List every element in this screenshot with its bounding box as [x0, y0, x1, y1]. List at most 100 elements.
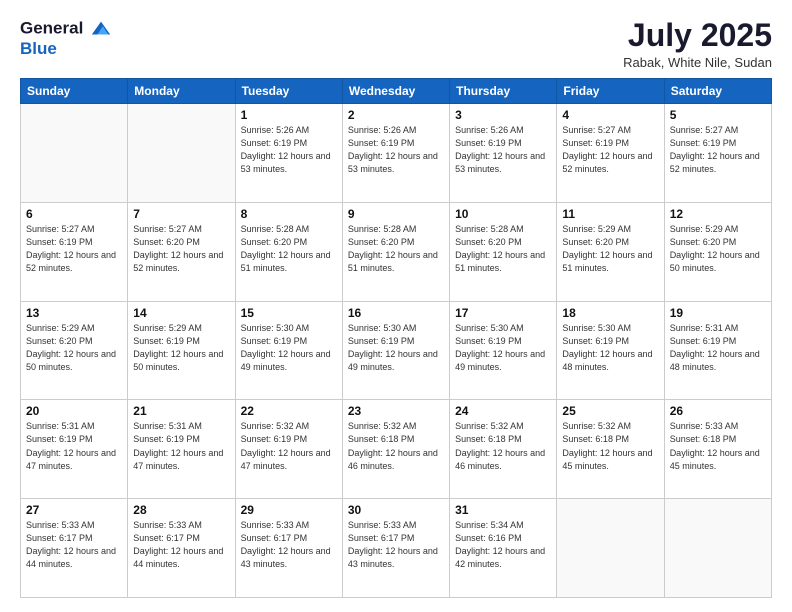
- calendar-cell: 13 Sunrise: 5:29 AM Sunset: 6:20 PM Dayli…: [21, 301, 128, 400]
- day-detail: Sunrise: 5:30 AM Sunset: 6:19 PM Dayligh…: [241, 322, 337, 374]
- day-number: 25: [562, 404, 658, 418]
- calendar-cell: 27 Sunrise: 5:33 AM Sunset: 6:17 PM Dayli…: [21, 499, 128, 598]
- day-detail: Sunrise: 5:30 AM Sunset: 6:19 PM Dayligh…: [455, 322, 551, 374]
- day-detail: Sunrise: 5:28 AM Sunset: 6:20 PM Dayligh…: [348, 223, 444, 275]
- calendar-table: SundayMondayTuesdayWednesdayThursdayFrid…: [20, 78, 772, 598]
- day-number: 4: [562, 108, 658, 122]
- calendar-cell: 31 Sunrise: 5:34 AM Sunset: 6:16 PM Dayli…: [450, 499, 557, 598]
- weekday-header: Friday: [557, 79, 664, 104]
- day-number: 13: [26, 306, 122, 320]
- location: Rabak, White Nile, Sudan: [623, 55, 772, 70]
- day-number: 18: [562, 306, 658, 320]
- calendar-cell: 19 Sunrise: 5:31 AM Sunset: 6:19 PM Dayli…: [664, 301, 771, 400]
- day-detail: Sunrise: 5:30 AM Sunset: 6:19 PM Dayligh…: [348, 322, 444, 374]
- calendar-cell: 8Sunrise: 5:28 AM Sunset: 6:20 PM Daylig…: [235, 202, 342, 301]
- calendar-cell: [21, 104, 128, 203]
- calendar-cell: 6 Sunrise: 5:27 AM Sunset: 6:19 PM Daylig…: [21, 202, 128, 301]
- weekday-header: Monday: [128, 79, 235, 104]
- day-detail: Sunrise: 5:33 AM Sunset: 6:17 PM Dayligh…: [133, 519, 229, 571]
- day-detail: Sunrise: 5:27 AM Sunset: 6:20 PM Dayligh…: [133, 223, 229, 275]
- month-year: July 2025: [623, 18, 772, 53]
- calendar-cell: 30Sunrise: 5:33 AM Sunset: 6:17 PM Dayli…: [342, 499, 449, 598]
- day-number: 7: [133, 207, 229, 221]
- calendar-cell: 22 Sunrise: 5:32 AM Sunset: 6:19 PM Dayli…: [235, 400, 342, 499]
- header: General Blue July 2025 Rabak, White Nile…: [20, 18, 772, 70]
- calendar-cell: 12 Sunrise: 5:29 AM Sunset: 6:20 PM Dayli…: [664, 202, 771, 301]
- day-number: 19: [670, 306, 766, 320]
- day-detail: Sunrise: 5:34 AM Sunset: 6:16 PM Dayligh…: [455, 519, 551, 571]
- day-number: 24: [455, 404, 551, 418]
- day-number: 23: [348, 404, 444, 418]
- calendar-cell: 29 Sunrise: 5:33 AM Sunset: 6:17 PM Dayli…: [235, 499, 342, 598]
- calendar-cell: 20Sunrise: 5:31 AM Sunset: 6:19 PM Dayli…: [21, 400, 128, 499]
- day-detail: Sunrise: 5:28 AM Sunset: 6:20 PM Dayligh…: [455, 223, 551, 275]
- day-number: 1: [241, 108, 337, 122]
- day-number: 28: [133, 503, 229, 517]
- day-number: 11: [562, 207, 658, 221]
- day-detail: Sunrise: 5:29 AM Sunset: 6:20 PM Dayligh…: [26, 322, 122, 374]
- weekday-header: Wednesday: [342, 79, 449, 104]
- day-detail: Sunrise: 5:32 AM Sunset: 6:19 PM Dayligh…: [241, 420, 337, 472]
- day-number: 16: [348, 306, 444, 320]
- day-detail: Sunrise: 5:30 AM Sunset: 6:19 PM Dayligh…: [562, 322, 658, 374]
- day-detail: Sunrise: 5:29 AM Sunset: 6:20 PM Dayligh…: [670, 223, 766, 275]
- day-number: 14: [133, 306, 229, 320]
- calendar-cell: 15 Sunrise: 5:30 AM Sunset: 6:19 PM Dayli…: [235, 301, 342, 400]
- calendar-cell: 25Sunrise: 5:32 AM Sunset: 6:18 PM Dayli…: [557, 400, 664, 499]
- day-number: 26: [670, 404, 766, 418]
- weekday-header: Thursday: [450, 79, 557, 104]
- day-detail: Sunrise: 5:27 AM Sunset: 6:19 PM Dayligh…: [670, 124, 766, 176]
- day-number: 2: [348, 108, 444, 122]
- calendar-cell: 23 Sunrise: 5:32 AM Sunset: 6:18 PM Dayli…: [342, 400, 449, 499]
- day-detail: Sunrise: 5:33 AM Sunset: 6:17 PM Dayligh…: [26, 519, 122, 571]
- calendar-cell: 1Sunrise: 5:26 AM Sunset: 6:19 PM Daylig…: [235, 104, 342, 203]
- day-number: 10: [455, 207, 551, 221]
- day-detail: Sunrise: 5:31 AM Sunset: 6:19 PM Dayligh…: [133, 420, 229, 472]
- day-detail: Sunrise: 5:31 AM Sunset: 6:19 PM Dayligh…: [670, 322, 766, 374]
- calendar-cell: 9Sunrise: 5:28 AM Sunset: 6:20 PM Daylig…: [342, 202, 449, 301]
- logo-blue: Blue: [20, 40, 112, 59]
- day-number: 8: [241, 207, 337, 221]
- calendar-cell: 26 Sunrise: 5:33 AM Sunset: 6:18 PM Dayli…: [664, 400, 771, 499]
- weekday-header: Saturday: [664, 79, 771, 104]
- calendar-cell: [128, 104, 235, 203]
- day-number: 17: [455, 306, 551, 320]
- calendar-cell: 24 Sunrise: 5:32 AM Sunset: 6:18 PM Dayli…: [450, 400, 557, 499]
- calendar-cell: 2 Sunrise: 5:26 AM Sunset: 6:19 PM Daylig…: [342, 104, 449, 203]
- day-number: 12: [670, 207, 766, 221]
- calendar-cell: 14 Sunrise: 5:29 AM Sunset: 6:19 PM Dayli…: [128, 301, 235, 400]
- calendar-cell: 16 Sunrise: 5:30 AM Sunset: 6:19 PM Dayli…: [342, 301, 449, 400]
- page: General Blue July 2025 Rabak, White Nile…: [0, 0, 792, 612]
- weekday-header: Sunday: [21, 79, 128, 104]
- day-detail: Sunrise: 5:27 AM Sunset: 6:19 PM Dayligh…: [26, 223, 122, 275]
- day-detail: Sunrise: 5:27 AM Sunset: 6:19 PM Dayligh…: [562, 124, 658, 176]
- weekday-header: Tuesday: [235, 79, 342, 104]
- calendar-cell: [664, 499, 771, 598]
- day-detail: Sunrise: 5:26 AM Sunset: 6:19 PM Dayligh…: [455, 124, 551, 176]
- day-number: 15: [241, 306, 337, 320]
- day-number: 31: [455, 503, 551, 517]
- calendar-cell: 11Sunrise: 5:29 AM Sunset: 6:20 PM Dayli…: [557, 202, 664, 301]
- calendar-cell: 3 Sunrise: 5:26 AM Sunset: 6:19 PM Daylig…: [450, 104, 557, 203]
- day-detail: Sunrise: 5:33 AM Sunset: 6:17 PM Dayligh…: [241, 519, 337, 571]
- calendar-cell: [557, 499, 664, 598]
- logo-icon: [90, 18, 112, 40]
- day-detail: Sunrise: 5:31 AM Sunset: 6:19 PM Dayligh…: [26, 420, 122, 472]
- day-detail: Sunrise: 5:32 AM Sunset: 6:18 PM Dayligh…: [455, 420, 551, 472]
- calendar-cell: 5Sunrise: 5:27 AM Sunset: 6:19 PM Daylig…: [664, 104, 771, 203]
- day-detail: Sunrise: 5:32 AM Sunset: 6:18 PM Dayligh…: [348, 420, 444, 472]
- day-detail: Sunrise: 5:33 AM Sunset: 6:17 PM Dayligh…: [348, 519, 444, 571]
- day-number: 3: [455, 108, 551, 122]
- title-block: July 2025 Rabak, White Nile, Sudan: [623, 18, 772, 70]
- calendar-cell: 10 Sunrise: 5:28 AM Sunset: 6:20 PM Dayli…: [450, 202, 557, 301]
- logo: General Blue: [20, 18, 112, 59]
- day-number: 27: [26, 503, 122, 517]
- day-number: 6: [26, 207, 122, 221]
- day-detail: Sunrise: 5:26 AM Sunset: 6:19 PM Dayligh…: [348, 124, 444, 176]
- day-detail: Sunrise: 5:33 AM Sunset: 6:18 PM Dayligh…: [670, 420, 766, 472]
- day-detail: Sunrise: 5:29 AM Sunset: 6:19 PM Dayligh…: [133, 322, 229, 374]
- calendar-cell: 28 Sunrise: 5:33 AM Sunset: 6:17 PM Dayli…: [128, 499, 235, 598]
- day-number: 29: [241, 503, 337, 517]
- day-number: 22: [241, 404, 337, 418]
- calendar-cell: 18 Sunrise: 5:30 AM Sunset: 6:19 PM Dayli…: [557, 301, 664, 400]
